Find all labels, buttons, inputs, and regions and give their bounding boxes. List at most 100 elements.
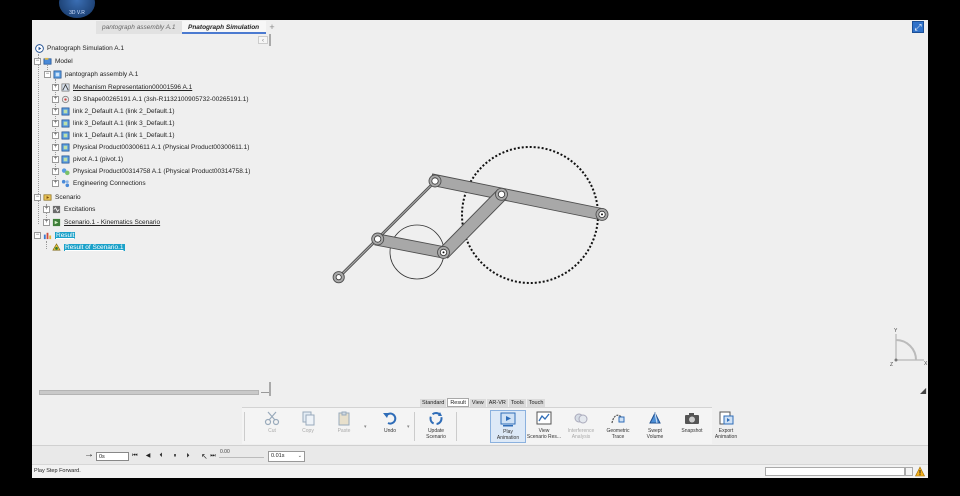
undo-icon — [383, 412, 397, 425]
export-animation-button[interactable]: Export Animation — [708, 410, 744, 443]
time-slider-value: 0.00 — [220, 449, 230, 455]
camera-icon — [685, 413, 699, 424]
tree-node-scenario[interactable]: − Scenario — [34, 192, 81, 203]
cut-button[interactable]: Cut — [254, 410, 290, 443]
undo-label: Undo — [384, 428, 396, 434]
paste-button[interactable]: Paste — [326, 410, 362, 443]
interference-analysis-icon — [574, 413, 588, 424]
collapse-result-icon[interactable]: − — [34, 231, 41, 239]
result-label: Result — [55, 232, 76, 239]
command-clear-button[interactable] — [905, 467, 913, 476]
undo-dropdown-icon[interactable]: ▾ — [407, 424, 410, 430]
add-tab-button[interactable]: + — [266, 21, 278, 34]
geometric-trace-icon — [611, 414, 625, 424]
screen-border — [928, 0, 960, 496]
restore-window-icon[interactable]: ⤢ — [912, 21, 924, 33]
expand-icon[interactable]: + — [52, 119, 59, 127]
step-forward-button[interactable]: ⏵ — [184, 452, 192, 461]
expand-icon[interactable]: + — [52, 155, 59, 163]
jump-to-start-button[interactable]: ⏮ — [131, 452, 139, 461]
collapse-model-icon[interactable]: − — [34, 57, 41, 65]
time-input[interactable]: 0s — [96, 452, 129, 461]
copy-label: Copy — [302, 428, 314, 434]
ribbon-separator — [414, 412, 415, 441]
tab-pnatograph-simulation[interactable]: Pnatograph Simulation — [182, 21, 266, 34]
tree-item-label: link 1_Default A.1 (link 1_Default.1) — [73, 132, 175, 139]
cut-label: Cut — [268, 428, 276, 434]
tree-node-kinematics-scenario[interactable]: + Scenario.1 - Kinematics Scenario — [43, 217, 160, 228]
expand-icon[interactable]: + — [52, 167, 59, 175]
axis-triad[interactable]: Y Z X — [888, 326, 928, 370]
tree-item-pivot[interactable]: + pivot A.1 (pivot.1) — [52, 154, 123, 165]
tree-root-simulation[interactable]: Pnatograph Simulation A.1 — [35, 43, 124, 54]
update-scenario-button[interactable]: Update Scenario — [418, 410, 454, 443]
interference-analysis-label: Interference Analysis — [567, 428, 595, 440]
model-icon — [43, 57, 52, 65]
play-animation-button[interactable]: Play Animation — [490, 410, 526, 443]
expand-icon[interactable]: + — [52, 131, 59, 139]
excitations-icon — [52, 205, 61, 213]
part-icon — [61, 143, 70, 152]
tree-item-physical-product-1[interactable]: + Physical Product00300611 A.1 (Physical … — [52, 142, 249, 153]
expand-icon[interactable]: + — [52, 83, 59, 91]
tab-pantograph-assembly[interactable]: pantograph assembly A.1 — [96, 21, 182, 34]
expand-icon[interactable]: + — [43, 218, 50, 226]
joint-mid-left-body — [371, 232, 385, 246]
jump-to-end-button[interactable]: ⏭ — [209, 452, 217, 461]
collapse-scenario-icon[interactable]: − — [34, 193, 41, 201]
tab-bar — [32, 0, 928, 20]
tree-node-model[interactable]: − Model — [34, 56, 73, 67]
expand-icon[interactable]: + — [52, 107, 59, 115]
snapshot-button[interactable]: Snapshot — [674, 410, 710, 443]
tree-node-result-of-scenario[interactable]: Result of Scenario.1 — [52, 242, 125, 253]
tree-item-link-3[interactable]: + link 3_Default A.1 (link 3_Default.1) — [52, 118, 175, 129]
pin-mid-top — [497, 190, 506, 198]
pause-button[interactable]: ⏸ — [171, 452, 179, 461]
panel-splitter[interactable] — [269, 382, 271, 396]
time-step-select[interactable]: 0.01s ⌄ — [268, 451, 305, 462]
time-step-value: 0.01s — [271, 453, 285, 459]
resize-grip-icon[interactable]: ◢ — [920, 386, 926, 395]
tree-node-assembly[interactable]: − pantograph assembly A.1 — [44, 69, 138, 80]
undo-button[interactable]: Undo — [372, 410, 408, 443]
tree-item-physical-product-2[interactable]: + Physical Product00314758 A.1 (Physical … — [52, 166, 250, 177]
tree-item-link-1[interactable]: + link 1_Default A.1 (link 1_Default.1) — [52, 130, 175, 141]
specification-tree: Pnatograph Simulation A.1 − Model − pantog… — [32, 34, 272, 264]
tree-item-link-2[interactable]: + link 2_Default A.1 (link 2_Default.1) — [52, 106, 175, 117]
paste-dropdown-icon[interactable]: ▾ — [364, 424, 367, 430]
time-slider[interactable] — [219, 457, 264, 458]
command-input[interactable] — [765, 467, 905, 476]
joint-mid-top-body — [495, 187, 508, 201]
geometric-trace-button[interactable]: Geometric Trace — [600, 410, 636, 443]
link-end-left — [332, 271, 345, 284]
step-backward-button[interactable]: ⏴ — [157, 452, 165, 461]
expand-icon[interactable]: + — [52, 143, 59, 151]
tree-node-excitations[interactable]: + Excitations — [43, 204, 95, 215]
tree-item-label: Physical Product00300611 A.1 (Physical P… — [73, 144, 250, 151]
tree-item-label: Physical Product00314758 A.1 (Physical P… — [73, 168, 251, 175]
tree-item-engineering-connections[interactable]: + Engineering Connections — [52, 178, 146, 189]
tree-node-result[interactable]: − Result — [34, 230, 76, 241]
expand-icon[interactable]: + — [43, 205, 50, 213]
tree-item-mechanism[interactable]: + Mechanism Representation00001596 A.1 — [52, 82, 192, 93]
link-2[interactable] — [430, 173, 604, 221]
view-scenario-results-button[interactable]: View Scenario Res... — [526, 410, 562, 443]
ribbon-toolbar: Cut Copy Paste ▾ Undo ▾ Update Scenario … — [242, 407, 737, 444]
ribbon-tab-result[interactable]: Result — [447, 398, 469, 407]
logo-label: 3D V.R — [69, 10, 85, 16]
swept-volume-button[interactable]: Swept Volume — [637, 410, 673, 443]
interference-analysis-button[interactable]: Interference Analysis — [563, 410, 599, 443]
collapse-assembly-icon[interactable]: − — [44, 70, 51, 78]
expand-icon[interactable]: + — [52, 95, 59, 103]
link-1[interactable] — [335, 177, 439, 283]
tree-horizontal-scrollbar[interactable] — [39, 390, 259, 395]
tree-item-3d-shape[interactable]: +3D Shape00265191 A.1 (3sh-R113210090573… — [52, 94, 249, 105]
tree-item-label: 3D Shape00265191 A.1 (3sh-R1132100905732… — [73, 96, 249, 103]
copy-button[interactable]: Copy — [290, 410, 326, 443]
model-label: Model — [55, 58, 73, 65]
expand-icon[interactable]: + — [52, 179, 59, 187]
link-4[interactable] — [438, 189, 507, 259]
link-3[interactable] — [374, 233, 445, 259]
warning-icon[interactable] — [915, 466, 925, 477]
play-backward-button[interactable]: ◀ — [144, 452, 152, 461]
